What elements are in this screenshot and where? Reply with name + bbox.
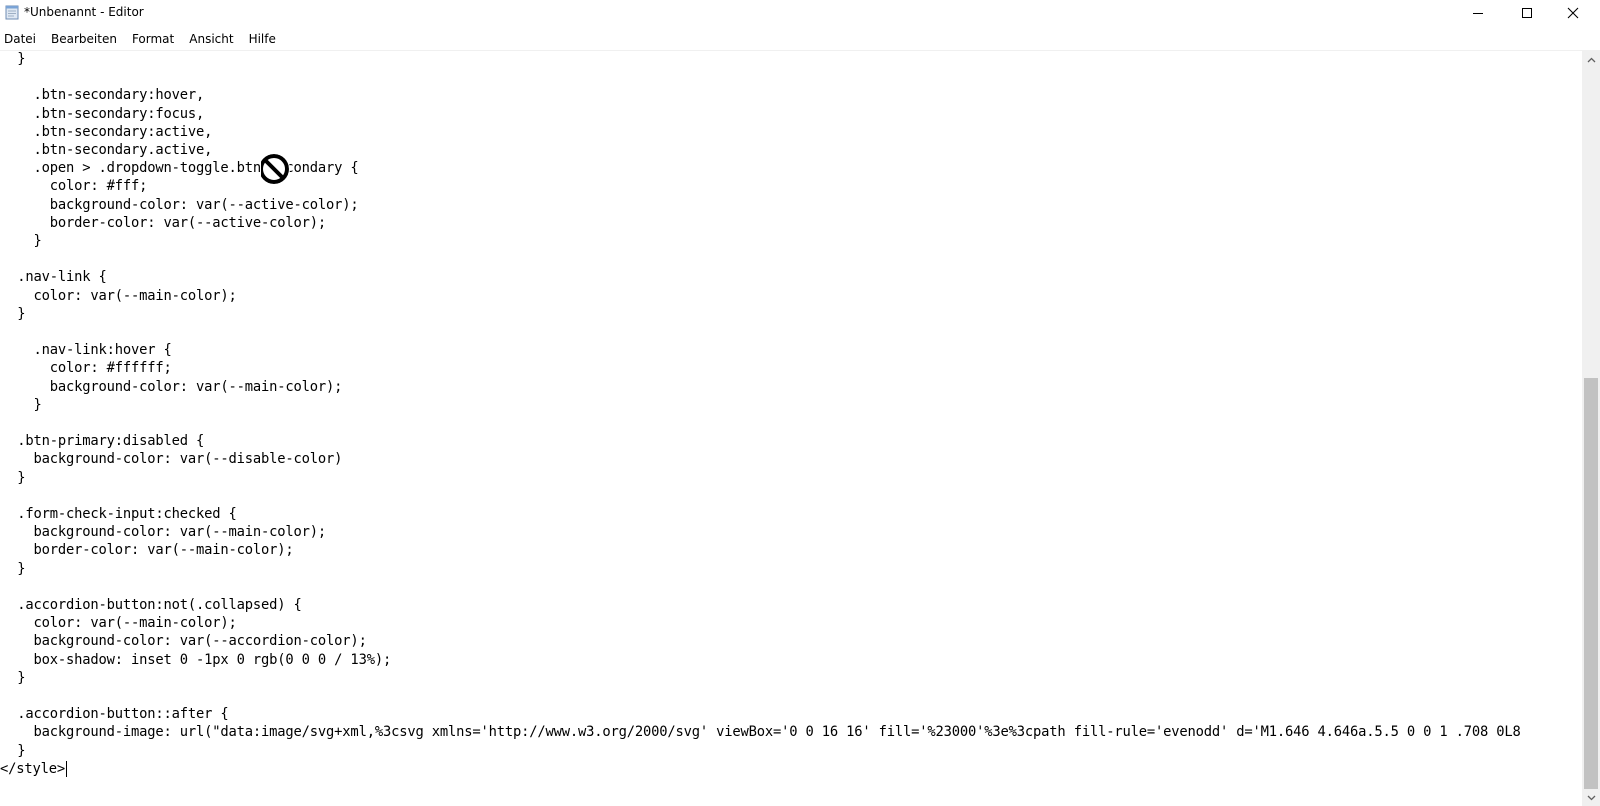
title-bar[interactable]: *Unbenannt - Editor [0, 0, 1600, 26]
code-line: background-color: var(--disable-color) [1, 451, 343, 468]
notepad-window: *Unbenannt - Editor Datei Bearbeiten For… [0, 0, 1600, 806]
notepad-icon [5, 5, 19, 20]
code-line: } [1, 396, 42, 413]
code-line: box-shadow: inset 0 -1px 0 rgb(0 0 0 / 1… [1, 651, 392, 668]
code-line: } [1, 469, 26, 486]
code-line: .btn-secondary:active, [1, 123, 213, 140]
code-line: } [1, 51, 26, 67]
menu-format[interactable]: Format [128, 29, 181, 49]
close-icon [1567, 7, 1579, 19]
maximize-button[interactable] [1504, 0, 1550, 26]
menu-bearbeiten[interactable]: Bearbeiten [47, 29, 124, 49]
code-line: .nav-link:hover { [1, 342, 172, 359]
chevron-up-icon [1587, 57, 1595, 62]
code-line: color: #fff; [1, 178, 148, 195]
code-line: background-color: var(--active-color); [1, 196, 359, 213]
vertical-scrollbar[interactable] [1582, 51, 1600, 806]
code-line: } [1, 560, 26, 577]
scroll-track[interactable] [1582, 68, 1600, 789]
minimize-button[interactable] [1455, 0, 1501, 26]
scroll-thumb[interactable] [1584, 378, 1598, 789]
menu-bar: Datei Bearbeiten Format Ansicht Hilfe [0, 28, 1600, 51]
scroll-up-button[interactable] [1582, 51, 1600, 68]
code-line: .form-check-input:checked { [1, 506, 237, 522]
code-line: .btn-secondary:focus, [1, 105, 205, 122]
code-line: .open > .dropdown-toggle.btn-secondary { [1, 160, 359, 177]
code-line: background-color: var(--accordion-color)… [1, 633, 367, 650]
code-line: .btn-primary:disabled { [1, 433, 205, 450]
code-line: color: var(--main-color); [1, 615, 237, 632]
code-line: .nav-link { [1, 269, 107, 286]
code-line: .accordion-button:not(.collapsed) { [1, 597, 302, 613]
scroll-down-button[interactable] [1582, 789, 1600, 806]
code-line: background-color: var(--main-color); [1, 524, 327, 541]
text-editor-area[interactable]: } .btn-secondary:hover, .btn-secondary:f… [0, 51, 1582, 806]
code-line: } [1, 742, 26, 759]
code-line: border-color: var(--active-color); [1, 214, 327, 231]
text-caret [66, 760, 68, 777]
menu-datei[interactable]: Datei [0, 29, 43, 49]
code-line: color: var(--main-color); [1, 287, 237, 304]
code-line: background-image: url("data:image/svg+xm… [1, 724, 1521, 741]
window-title: *Unbenannt - Editor [24, 5, 144, 19]
code-line: .btn-secondary.active, [1, 142, 213, 158]
code-line: .btn-secondary:hover, [1, 87, 205, 104]
code-line: } [1, 305, 26, 322]
code-line: color: #ffffff; [1, 360, 172, 377]
chevron-down-icon [1587, 795, 1595, 800]
menu-hilfe[interactable]: Hilfe [245, 29, 283, 49]
code-line: background-color: var(--main-color); [1, 378, 343, 395]
maximize-icon [1522, 8, 1532, 18]
close-button[interactable] [1550, 0, 1596, 26]
code-line: .accordion-button::after { [1, 706, 229, 723]
menu-ansicht[interactable]: Ansicht [185, 29, 240, 49]
minimize-icon [1473, 13, 1483, 14]
code-line: border-color: var(--main-color); [1, 542, 294, 559]
code-line: } [1, 233, 42, 249]
code-line: } [1, 669, 26, 686]
code-line: </style> [0, 760, 68, 777]
